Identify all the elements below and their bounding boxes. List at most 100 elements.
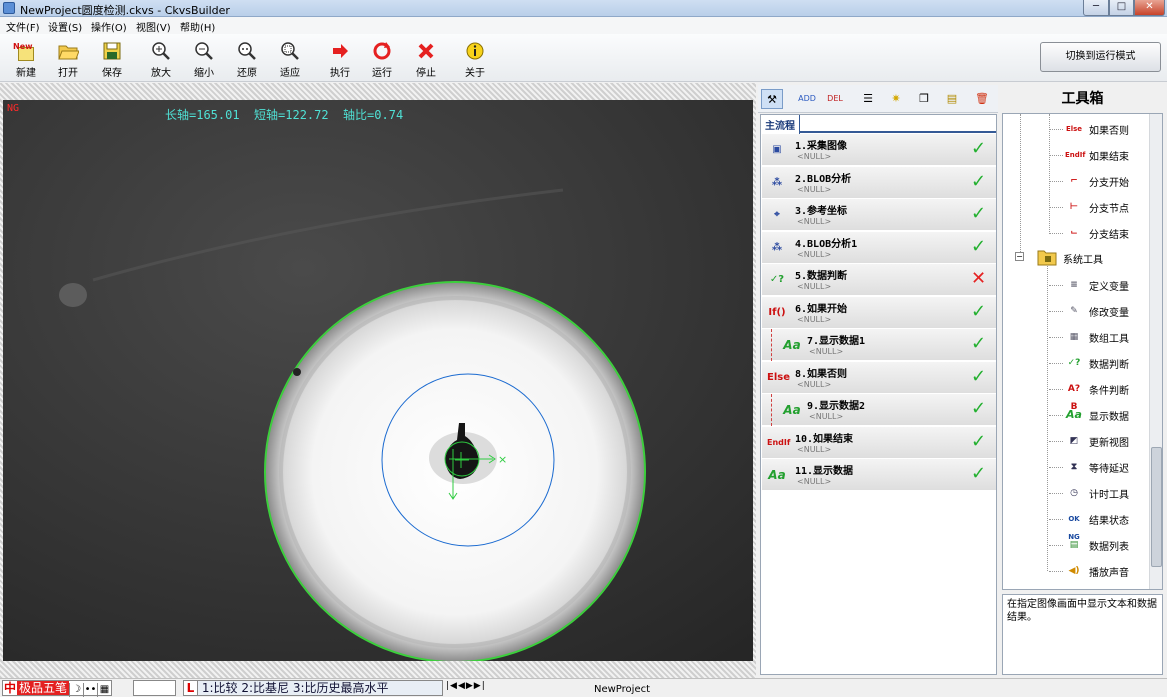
tree-expander[interactable]: − [1015, 252, 1024, 261]
flow-step-null: <NULL> [809, 347, 844, 356]
keyboard-icon[interactable]: ▦ [97, 683, 111, 697]
menu-view[interactable]: 视图(V) [136, 19, 171, 34]
menu-file[interactable]: 文件(F) [6, 19, 40, 34]
candidate-list[interactable]: 1:比较 2:比基尼 3:比历史最高水平 [202, 681, 389, 695]
image-viewer[interactable]: × NG 长轴=165.01 短轴=122.72 轴比=0.74 [3, 100, 753, 661]
tree-connector [1049, 493, 1063, 494]
stop-button[interactable]: 停止 [404, 38, 448, 80]
save-button[interactable]: 保存 [90, 38, 134, 80]
new-button[interactable]: New 新建 [4, 38, 48, 80]
open-button[interactable]: 打开 [46, 38, 90, 80]
zoom-in-button[interactable]: 放大 [139, 38, 183, 80]
flow-step[interactable]: EndIf 10.如果结束 <NULL> ✓ [762, 426, 996, 459]
toolbox-item[interactable]: ◷ 计时工具 [1049, 483, 1160, 503]
about-button[interactable]: 关于 [453, 38, 497, 80]
tree-group-system-tools[interactable]: − 系统工具 [1015, 248, 1155, 268]
zoom-reset-button[interactable]: 还原 [225, 38, 269, 80]
toolbox-item-label: 数组工具 [1089, 334, 1129, 345]
flow-step[interactable]: Aa 9.显示数据2 <NULL> ✓ [762, 394, 996, 426]
menu-help[interactable]: 帮助(H) [180, 19, 215, 34]
tree-connector [1049, 467, 1063, 468]
tree-connector [1049, 389, 1063, 390]
toolbox-item-label: 显示数据 [1089, 412, 1129, 423]
blob-icon: ⁂ [771, 176, 783, 188]
execute-label: 执行 [330, 68, 350, 79]
toolbox-item[interactable]: ✓? 数据判断 [1049, 353, 1160, 373]
flow-step[interactable]: ✓? 5.数据判断 <NULL> ✕ [762, 264, 996, 296]
toolbox-item[interactable]: OK NG 结果状态 [1049, 509, 1160, 541]
check-icon: ✓ [971, 170, 987, 192]
ime-composition-box[interactable] [133, 680, 176, 696]
new-file-icon: New [13, 40, 37, 62]
toolbox-scrollbar[interactable] [1149, 114, 1162, 589]
toolbox-item[interactable]: Aa 显示数据 [1049, 405, 1160, 425]
paste-icon[interactable]: ▤ [941, 89, 963, 109]
toolbox-item[interactable]: ⌙ 分支结束 [1049, 223, 1160, 243]
flow-step[interactable]: ⁂ 4.BLOB分析1 <NULL> ✓ [762, 231, 996, 264]
define-variable-icon: ≡ [1070, 280, 1078, 290]
toolbox-item-label: 定义变量 [1089, 282, 1129, 293]
close-button[interactable]: ✕ [1134, 0, 1165, 16]
tree-connector [1049, 207, 1063, 208]
execute-icon [329, 40, 351, 62]
toolbox-item-label: 条件判断 [1089, 386, 1129, 397]
flow-delete-icon[interactable]: DEL [824, 89, 846, 109]
run-button[interactable]: 运行 [360, 38, 404, 80]
toolbox-item[interactable]: Else 如果否则 [1049, 119, 1160, 139]
toolbox-item[interactable]: EndIf 如果结束 [1049, 145, 1160, 165]
ime-toolbar[interactable]: 中极品五笔 ☽ •• ▦ [2, 680, 113, 697]
maximize-button[interactable]: □ [1109, 0, 1134, 16]
moon-icon[interactable]: ☽ [69, 683, 83, 697]
flow-list-icon[interactable]: ☰ [857, 89, 879, 109]
switch-run-mode-button[interactable]: 切换到运行模式 [1040, 42, 1161, 72]
zoom-fit-button[interactable]: 适应 [268, 38, 312, 80]
modify-variable-icon: ✎ [1070, 306, 1078, 316]
scrollbar-thumb[interactable] [1151, 447, 1162, 567]
toolbox-item[interactable]: ◀) 播放声音 [1049, 561, 1160, 581]
display-data-icon: Aa [783, 338, 801, 352]
zoom-out-icon [193, 40, 215, 62]
copy-icon[interactable]: ❐ [913, 89, 935, 109]
ok-ng-icon: OK NG [1068, 515, 1080, 541]
punctuation-icon[interactable]: •• [83, 683, 97, 697]
flow-step[interactable]: Else 8.如果否则 <NULL> ✓ [762, 361, 996, 394]
flow-step[interactable]: ⌖ 3.参考坐标 <NULL> ✓ [762, 199, 996, 231]
flow-step-null: <NULL> [797, 477, 832, 486]
trash-icon[interactable]: 🗑 [971, 89, 993, 109]
open-label: 打开 [58, 68, 78, 79]
run-loop-icon [371, 40, 393, 62]
ime-candidates[interactable]: L 1:比较 2:比基尼 3:比历史最高水平 [183, 680, 443, 696]
flow-step[interactable]: Aa 7.显示数据1 <NULL> ✓ [762, 329, 996, 361]
toolbox-item[interactable]: ≡ 定义变量 [1049, 275, 1160, 295]
toolbox-item[interactable]: ✎ 修改变量 [1049, 301, 1160, 321]
toolbox-item[interactable]: A?B 条件判断 [1049, 379, 1160, 412]
zoom-out-button[interactable]: 缩小 [182, 38, 226, 80]
toolbox-item-label: 更新视图 [1089, 438, 1129, 449]
flow-step[interactable]: If() 6.如果开始 <NULL> ✓ [762, 296, 996, 329]
main-flow-tab[interactable]: 主流程 [761, 115, 996, 134]
else-icon: Else [1065, 125, 1083, 133]
toolbox-item[interactable]: ▦ 数组工具 [1049, 327, 1160, 347]
toolbox-item[interactable]: ⊢ 分支节点 [1049, 197, 1160, 217]
status-bar: 中极品五笔 ☽ •• ▦ L 1:比较 2:比基尼 3:比历史最高水平 |◀◀▶▶| … [0, 678, 1167, 697]
endif-icon: EndIf [767, 437, 791, 447]
display-data-icon: Aa [1066, 408, 1082, 421]
candidate-nav-buttons[interactable]: |◀◀▶▶| [446, 681, 490, 695]
bulb-icon[interactable]: ✷ [885, 89, 907, 109]
flow-add-icon[interactable]: ADD [796, 89, 818, 109]
minimize-button[interactable]: ─ [1083, 0, 1109, 16]
tree-connector [1049, 415, 1063, 416]
menu-settings[interactable]: 设置(S) [48, 19, 82, 34]
flow-select-icon[interactable]: ⚒ [761, 89, 783, 109]
toolbox-item[interactable]: ⧗ 等待延迟 [1049, 457, 1160, 477]
execute-button[interactable]: 执行 [318, 38, 362, 80]
flow-step[interactable]: ▣ 1.采集图像 <NULL> ✓ [762, 134, 996, 166]
flow-step[interactable]: Aa 11.显示数据 <NULL> ✓ [762, 459, 996, 491]
menu-operate[interactable]: 操作(O) [91, 19, 127, 34]
flow-step[interactable]: ⁂ 2.BLOB分析 <NULL> ✓ [762, 166, 996, 199]
ime-name[interactable]: 极品五笔 [17, 681, 70, 695]
toolbox-item-label: 修改变量 [1089, 308, 1129, 319]
toolbox-item[interactable]: ⌐ 分支开始 [1049, 171, 1160, 191]
toolbox-item[interactable]: ◩ 更新视图 [1049, 431, 1160, 451]
toolbox-item[interactable]: ▤ 数据列表 [1049, 535, 1160, 555]
